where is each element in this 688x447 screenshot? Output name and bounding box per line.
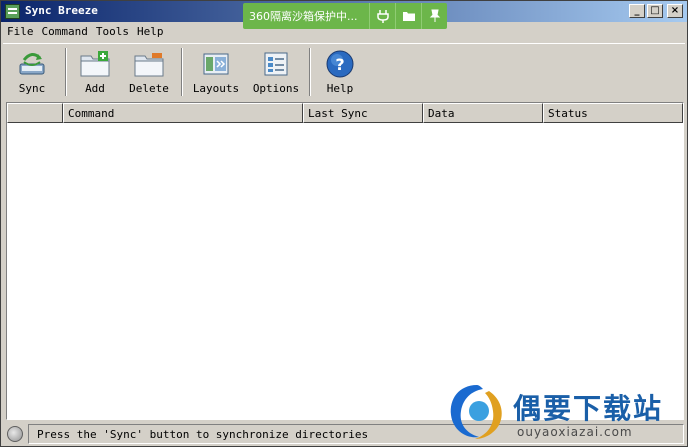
sync-icon	[16, 48, 48, 80]
add-folder-icon	[79, 48, 111, 80]
watermark-url: ouyaoxiazai.com	[517, 425, 633, 439]
watermark: 偶要下载站 ouyaoxiazai.com	[445, 381, 685, 443]
folder-icon[interactable]	[395, 3, 421, 29]
close-button[interactable]: ×	[667, 4, 683, 18]
maximize-button[interactable]: □	[647, 4, 663, 18]
app-icon	[5, 4, 20, 19]
options-label: Options	[252, 82, 300, 95]
help-button[interactable]: ? Help	[321, 48, 359, 98]
layouts-label: Layouts	[192, 82, 240, 95]
list-header: Command Last Sync Data Status	[7, 103, 683, 123]
plug-icon[interactable]	[369, 3, 395, 29]
svg-text:?: ?	[335, 55, 344, 74]
menu-tools[interactable]: Tools	[92, 23, 133, 41]
command-list[interactable]: Command Last Sync Data Status	[6, 102, 684, 420]
sandbox-popup[interactable]: 360隔离沙箱保护中...	[243, 3, 447, 29]
column-header-last-sync[interactable]: Last Sync	[303, 103, 423, 123]
column-header-data[interactable]: Data	[423, 103, 543, 123]
sync-label: Sync	[18, 82, 46, 95]
column-header-status[interactable]: Status	[543, 103, 683, 123]
layouts-icon	[200, 48, 232, 80]
delete-button[interactable]: Delete	[127, 48, 171, 98]
menu-command[interactable]: Command	[38, 23, 92, 41]
toolbar-separator	[65, 48, 67, 96]
status-indicator-icon	[7, 426, 23, 442]
help-label: Help	[326, 82, 354, 95]
toolbar: Sync Add Delete Layouts Options ? Help	[3, 43, 685, 98]
menu-file[interactable]: File	[3, 23, 38, 41]
toolbar-separator	[309, 48, 311, 96]
options-button[interactable]: Options	[251, 48, 301, 98]
layouts-button[interactable]: Layouts	[191, 48, 241, 98]
add-button[interactable]: Add	[75, 48, 115, 98]
column-header-command[interactable]: Command	[63, 103, 303, 123]
window-controls: _ □ ×	[629, 4, 683, 18]
watermark-logo-icon	[450, 385, 502, 439]
sync-button[interactable]: Sync	[11, 48, 53, 98]
menu-bar: File Command Tools Help	[3, 23, 167, 41]
options-icon	[260, 48, 292, 80]
pin-icon[interactable]	[421, 3, 447, 29]
app-window: Sync Breeze _ □ × File Command Tools Hel…	[0, 0, 688, 447]
delete-label: Delete	[129, 82, 169, 95]
sandbox-status-text: 360隔离沙箱保护中...	[249, 10, 358, 23]
minimize-button[interactable]: _	[629, 4, 645, 18]
help-icon: ?	[324, 48, 356, 80]
toolbar-separator	[181, 48, 183, 96]
watermark-title: 偶要下载站	[513, 392, 664, 425]
window-title: Sync Breeze	[25, 4, 98, 17]
delete-folder-icon	[133, 48, 165, 80]
column-header-icon[interactable]	[7, 103, 63, 123]
menu-help[interactable]: Help	[133, 23, 168, 41]
add-label: Add	[85, 82, 105, 95]
